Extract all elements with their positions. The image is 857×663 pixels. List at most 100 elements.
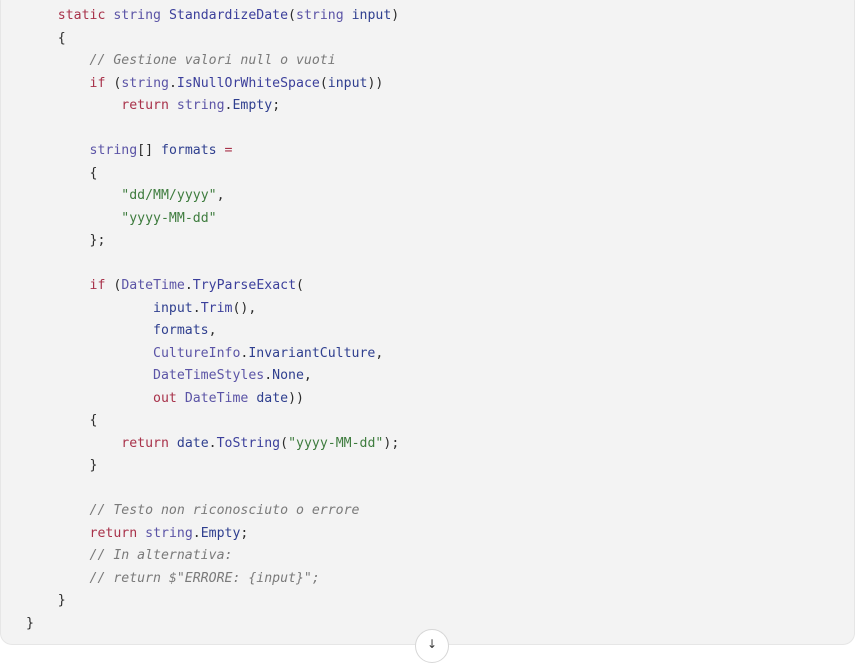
code-line: {	[26, 28, 399, 51]
code-line: }	[26, 455, 399, 478]
code-token: ))	[288, 390, 304, 406]
code-token: CultureInfo	[153, 345, 241, 361]
code-token: return	[121, 435, 169, 451]
code-token: date	[176, 435, 209, 451]
code-token: .	[264, 368, 273, 383]
code-content: static string StandardizeDate(string inp…	[26, 5, 399, 635]
code-token: static	[57, 8, 106, 23]
code-token: string	[121, 75, 169, 91]
code-token: ,	[208, 323, 217, 338]
code-token: TryParseExact	[192, 278, 297, 293]
code-line: return string.Empty;	[26, 95, 399, 118]
code-line: static string StandardizeDate(string inp…	[26, 5, 399, 28]
code-token: None	[272, 368, 304, 383]
code-token: []	[137, 143, 161, 158]
code-token: // return $"ERRORE: {input}";	[89, 570, 320, 586]
arrow-down-icon: ↓	[426, 637, 438, 651]
code-token: (	[105, 278, 122, 293]
code-token: (),	[232, 300, 257, 316]
code-token: (	[288, 8, 296, 23]
code-token: Empty	[200, 525, 241, 541]
code-line: "yyyy-MM-dd"	[26, 208, 399, 231]
code-line: }	[26, 613, 399, 636]
code-line: // Testo non riconosciuto o errore	[26, 500, 399, 523]
code-line: {	[26, 163, 399, 186]
code-token: ,	[216, 188, 225, 203]
code-token: return	[89, 525, 138, 541]
code-token: ,	[375, 345, 384, 361]
code-line: // Gestione valori null o vuoti	[26, 50, 399, 73]
code-token: formats	[161, 143, 217, 158]
code-token: ;	[240, 525, 249, 541]
code-token: {	[89, 413, 98, 428]
code-token: .	[184, 278, 193, 293]
code-token: string	[296, 8, 344, 23]
code-token: ,	[303, 368, 312, 383]
code-token: formats	[153, 323, 209, 338]
code-line: input.Trim(),	[26, 298, 399, 321]
code-token: );	[383, 435, 400, 451]
code-token: }	[89, 458, 98, 473]
code-token: StandardizeDate	[168, 8, 289, 23]
code-line: formats,	[26, 320, 399, 343]
code-token: // In alternativa:	[89, 548, 233, 563]
code-token: string	[176, 98, 225, 113]
code-token: (	[280, 435, 289, 451]
code-token: DateTime	[184, 390, 249, 406]
closing-brace: }	[26, 615, 34, 631]
code-line: string[] formats =	[26, 140, 399, 163]
code-token: ))	[367, 75, 384, 91]
code-line: }	[26, 590, 399, 613]
code-line: // In alternativa:	[26, 545, 399, 568]
code-token: if	[89, 278, 106, 293]
code-token: // Gestione valori null o vuoti	[89, 53, 336, 68]
code-token: {	[89, 165, 98, 181]
code-token: input	[351, 8, 392, 23]
code-token: DateTimeStyles	[153, 368, 265, 383]
code-token: "dd/MM/yyyy"	[121, 188, 217, 203]
code-token: date	[256, 390, 289, 406]
code-line: if (string.IsNullOrWhiteSpace(input))	[26, 73, 399, 96]
code-token: "yyyy-MM-dd"	[288, 435, 384, 451]
code-token: Empty	[232, 98, 273, 113]
code-token: };	[89, 233, 106, 248]
scroll-to-bottom-button[interactable]: ↓	[415, 629, 449, 663]
code-token: input	[153, 300, 193, 316]
code-line: {	[26, 410, 399, 433]
code-token: .	[192, 300, 201, 316]
code-token: if	[89, 75, 106, 91]
code-token: string	[113, 8, 161, 23]
code-token: string	[145, 525, 193, 541]
code-line: out DateTime date))	[26, 388, 399, 411]
code-line: if (DateTime.TryParseExact(	[26, 275, 399, 298]
code-token: // Testo non riconosciuto o errore	[89, 503, 360, 518]
code-line: CultureInfo.InvariantCulture,	[26, 343, 399, 366]
code-line: return string.Empty;	[26, 523, 399, 546]
code-token: {	[57, 30, 66, 46]
code-token: string	[89, 143, 138, 158]
code-line: return date.ToString("yyyy-MM-dd");	[26, 433, 399, 456]
code-line: DateTimeStyles.None,	[26, 365, 399, 388]
code-line: };	[26, 230, 399, 253]
code-token: .	[168, 75, 177, 91]
code-block: static string StandardizeDate(string inp…	[0, 0, 855, 645]
